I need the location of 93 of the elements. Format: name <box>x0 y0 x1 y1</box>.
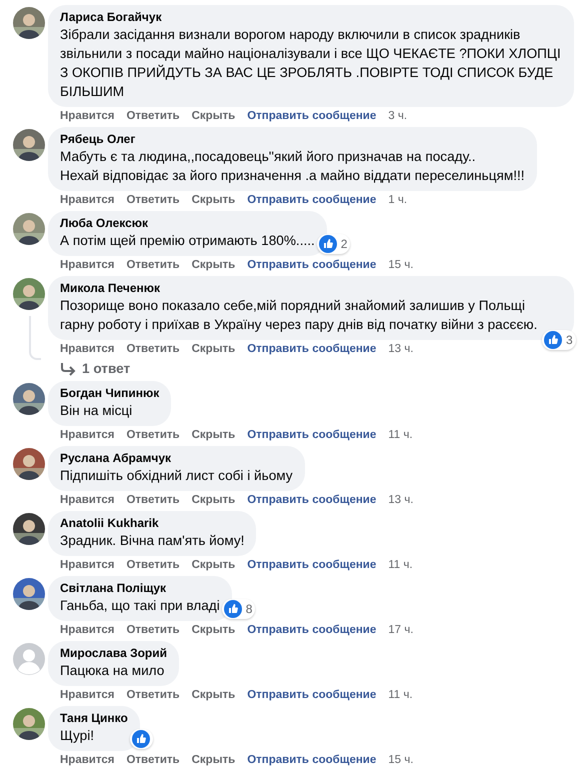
like-icon <box>132 730 150 748</box>
reply-arrow-icon <box>60 362 76 376</box>
like-link[interactable]: Нравится <box>60 342 114 357</box>
like-link[interactable]: Нравится <box>60 109 114 124</box>
comment-text: Мабуть є та людина,,посадовець''який його призначав на посаду.. Нехай відповідає за його призначення .а майно віддати переселиньцям!!! <box>60 148 525 185</box>
reaction-badge[interactable]: 2 <box>316 234 350 254</box>
author-name[interactable]: Таня Цинко <box>60 711 128 726</box>
like-link[interactable]: Нравится <box>60 558 114 573</box>
timestamp[interactable]: 1 ч. <box>388 193 408 208</box>
timestamp[interactable]: 15 ч. <box>388 258 414 273</box>
message-link[interactable]: Отправить сообщение <box>247 493 376 508</box>
timestamp[interactable]: 13 ч. <box>388 493 414 508</box>
hide-link[interactable]: Скрыть <box>192 753 236 768</box>
message-link[interactable]: Отправить сообщение <box>247 258 376 273</box>
avatar-icon[interactable] <box>13 383 45 415</box>
hide-link[interactable]: Скрыть <box>192 193 236 208</box>
avatar-icon[interactable] <box>13 448 45 480</box>
message-link[interactable]: Отправить сообщение <box>247 428 376 443</box>
avatar-icon[interactable] <box>13 513 45 545</box>
timestamp[interactable]: 11 ч. <box>388 688 413 703</box>
message-link[interactable]: Отправить сообщение <box>247 193 376 208</box>
author-name[interactable]: Люба Олексюк <box>60 216 315 231</box>
hide-link[interactable]: Скрыть <box>192 109 236 124</box>
like-icon <box>318 235 337 253</box>
like-link[interactable]: Нравится <box>60 623 114 638</box>
timestamp[interactable]: 15 ч. <box>388 753 414 768</box>
hide-link[interactable]: Скрыть <box>192 493 236 508</box>
reply-link[interactable]: Ответить <box>126 753 180 768</box>
reaction-badge[interactable] <box>130 729 153 749</box>
like-link[interactable]: Нравится <box>60 493 114 508</box>
timestamp[interactable]: 11 ч. <box>388 428 413 443</box>
comment-text: Щурі! <box>60 727 96 745</box>
author-name[interactable]: Рябець Олег <box>60 132 525 147</box>
hide-link[interactable]: Скрыть <box>192 558 236 573</box>
reaction-count: 2 <box>340 237 348 251</box>
comment-text: Зібрали засідання визнали ворогом народу включили в список зрадників звільнили з посади майно націоналізували і все ЩО ЧЕКАЄТЕ ?ПОКИ ХЛОПЦІ З ОКОПІВ ПРИЙДУТЬ ЗА ВАС ЦЕ ЗРОБЛЯТЬ .ПОВІРТЕ ТОДІ СПИСОК БУДЕ БІЛЬШИМ <box>60 26 562 101</box>
reaction-badge[interactable]: 3 <box>542 330 576 350</box>
like-link[interactable]: Нравится <box>60 428 114 443</box>
reaction-count: 8 <box>246 602 252 616</box>
hide-link[interactable]: Скрыть <box>192 688 236 703</box>
like-link[interactable]: Нравится <box>60 688 114 703</box>
avatar-icon[interactable] <box>13 7 45 39</box>
like-icon <box>544 331 562 349</box>
author-name[interactable]: Світлана Поліщук <box>60 581 220 596</box>
thread-line <box>29 316 41 360</box>
avatar-icon[interactable] <box>13 213 45 245</box>
reply-link[interactable]: Ответить <box>126 109 180 124</box>
message-link[interactable]: Отправить сообщение <box>247 688 376 703</box>
avatar-icon[interactable] <box>13 708 45 740</box>
comment-text: Зрадник. Вічна пам'ять йому! <box>60 532 244 550</box>
timestamp[interactable]: 13 ч. <box>388 342 414 357</box>
reaction-badge[interactable]: 8 <box>222 599 256 619</box>
author-name[interactable]: Руслана Абрамчук <box>60 451 293 466</box>
reply-link[interactable]: Ответить <box>126 193 180 208</box>
reply-link[interactable]: Ответить <box>126 342 180 357</box>
avatar-icon[interactable] <box>13 578 45 610</box>
author-name[interactable]: Мирослава Зорий <box>60 646 168 661</box>
timestamp[interactable]: 17 ч. <box>388 623 414 638</box>
reply-link[interactable]: Ответить <box>126 688 180 703</box>
like-link[interactable]: Нравится <box>60 258 114 273</box>
hide-link[interactable]: Скрыть <box>192 623 236 638</box>
comment-text: Ганьба, що такі при владі <box>60 597 220 615</box>
message-link[interactable]: Отправить сообщение <box>247 109 376 124</box>
like-icon <box>224 600 242 618</box>
timestamp[interactable]: 11 ч. <box>388 558 413 573</box>
author-name[interactable]: Лариса Богайчук <box>60 10 562 25</box>
message-link[interactable]: Отправить сообщение <box>247 342 376 357</box>
message-link[interactable]: Отправить сообщение <box>247 623 376 638</box>
avatar-icon[interactable] <box>13 278 45 310</box>
hide-link[interactable]: Скрыть <box>192 428 236 443</box>
author-name[interactable]: Богдан Чипинюк <box>60 386 160 401</box>
message-link[interactable]: Отправить сообщение <box>247 753 376 768</box>
reply-link[interactable]: Ответить <box>126 428 180 443</box>
reaction-count: 3 <box>566 333 573 347</box>
comment-text: Підпишіть обхідний лист собі і йьому <box>60 467 293 485</box>
comment-text: Він на місці <box>60 402 134 420</box>
reply-link[interactable]: Ответить <box>126 258 180 273</box>
reply-link[interactable]: Ответить <box>126 493 180 508</box>
replies-link[interactable]: 1 ответ <box>82 361 130 376</box>
author-name[interactable]: Anatolii Kukharik <box>60 516 244 531</box>
like-link[interactable]: Нравится <box>60 193 114 208</box>
hide-link[interactable]: Скрыть <box>192 342 236 357</box>
comment-text: А потім щей премію отримають 180%..... <box>60 232 315 250</box>
reply-link[interactable]: Ответить <box>126 558 180 573</box>
author-name[interactable]: Микола Печенюк <box>60 281 562 296</box>
avatar-icon[interactable] <box>13 129 45 161</box>
comment-text: Пацюка на мило <box>60 662 166 680</box>
comment-text: Позорище воно показало себе,мій порядний знайомий залишив у Польщі гарну роботу і приїхав в Україну через пару днів від початку війни з расєєю. <box>60 297 538 334</box>
hide-link[interactable]: Скрыть <box>192 258 236 273</box>
timestamp[interactable]: 3 ч. <box>388 109 408 124</box>
like-link[interactable]: Нравится <box>60 753 114 768</box>
message-link[interactable]: Отправить сообщение <box>247 558 376 573</box>
reply-link[interactable]: Ответить <box>126 623 180 638</box>
